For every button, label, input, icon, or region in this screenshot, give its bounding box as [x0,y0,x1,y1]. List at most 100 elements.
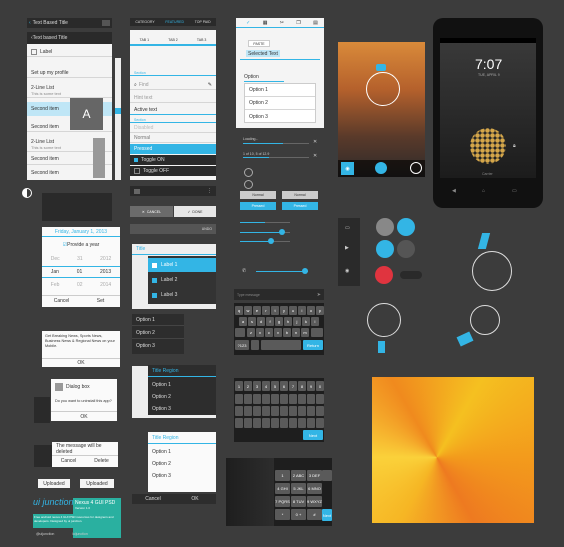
key-u[interactable]: u [289,306,297,315]
cancel-x-icon[interactable]: ✕ [313,153,317,159]
video-icon[interactable]: ▶ [345,245,349,251]
key-r[interactable]: r [262,306,270,315]
next-key[interactable]: Next [322,509,332,521]
key-5[interactable]: 5 [271,381,279,391]
done-button[interactable]: ✓ DONE [174,206,216,217]
year-checkbox-row[interactable]: ☑ Provide a year [42,241,120,249]
news-ok-button[interactable]: OK [42,358,120,367]
symbol-key[interactable] [235,406,243,416]
cut-icon[interactable]: ✂ [280,20,284,26]
region-option[interactable]: Option 3 [148,470,216,481]
key-y[interactable]: y [280,306,288,315]
slider-track[interactable] [240,241,290,242]
key-e[interactable]: e [253,306,261,315]
key-l[interactable]: l [311,317,319,326]
key-j[interactable]: j [293,317,301,326]
dial-circle-blue[interactable] [397,218,415,236]
symbol-key[interactable] [289,418,297,428]
key-1[interactable]: 1 [235,381,243,391]
key-t[interactable]: t [271,306,279,315]
next-key[interactable]: Next [303,430,323,440]
region-option[interactable]: Option 3 [148,403,216,414]
symbol-key[interactable] [307,418,315,428]
dialog-ok-button[interactable]: OK [51,414,117,420]
month-cell[interactable]: Feb [51,282,60,288]
delete-cancel-button[interactable]: Cancel [52,458,85,464]
key-c[interactable]: c [265,328,273,337]
slider-thumb[interactable] [302,268,308,274]
scroll-thumb[interactable] [115,108,121,114]
symbol-key[interactable] [271,418,279,428]
hint-input[interactable]: Hint text [130,93,216,103]
tab-2[interactable]: TAB 2 [168,38,177,42]
symbol-key[interactable] [271,406,279,416]
lock-icon[interactable]: 🔒︎ [513,143,516,149]
symbol-key[interactable] [289,406,297,416]
key-s[interactable]: s [248,317,256,326]
focus-dial[interactable] [367,303,401,337]
option-item[interactable]: Option 2 [132,327,184,339]
profile-row[interactable]: Set up my profile [27,68,112,78]
overflow-icon[interactable]: ⋮ [207,188,212,194]
dial-key[interactable]: 1 [275,470,290,481]
region-cancel-button[interactable]: Cancel [132,494,174,504]
key-g[interactable]: g [275,317,283,326]
day-cell[interactable]: 31 [77,256,83,262]
symbol-key[interactable] [253,418,261,428]
dial-key[interactable]: 7 PQRS [275,496,290,507]
undo-label[interactable]: UNDO [202,227,212,231]
day-cell[interactable]: 02 [77,282,83,288]
find-input[interactable]: ⌕ Find ✎ [130,80,216,90]
label-item[interactable]: Label 3 [148,288,216,302]
key-o[interactable]: o [307,306,315,315]
nav-recent-icon[interactable]: ▭ [512,188,517,194]
key-z[interactable]: z [247,328,255,337]
paste-popup[interactable]: PASTE [248,40,270,47]
symbol-key[interactable] [298,418,306,428]
label-row[interactable]: Label [27,47,112,57]
gallery-thumb[interactable] [410,162,422,174]
volume-slider[interactable] [256,271,308,272]
toggle-checkbox-icon[interactable] [134,158,138,162]
year-cell[interactable]: 2013 [100,269,111,275]
dial-circle-blue[interactable] [376,240,394,258]
paste-icon[interactable]: ▤ [313,20,318,26]
label-item-selected[interactable]: Label 1 [148,258,216,272]
key-d[interactable]: d [257,317,265,326]
dribbble-link[interactable]: /uijunction [72,532,88,536]
month-cell[interactable]: Jan [51,269,59,275]
camera-mode-icon[interactable] [376,64,386,71]
backspace-key[interactable] [322,470,332,481]
slider-track[interactable] [240,222,290,223]
mic-key[interactable] [251,340,259,350]
key-k[interactable]: k [302,317,310,326]
camera-icon[interactable]: ◉ [345,268,349,274]
unlock-dots[interactable] [470,128,506,164]
radio-button[interactable] [244,180,253,189]
tab-1[interactable]: TAB 1 [140,38,149,42]
key-q[interactable]: q [235,306,243,315]
label-checkbox-icon[interactable] [152,277,157,283]
dial-key[interactable]: 3 DEF [307,470,322,481]
dial-key[interactable]: # [307,509,322,520]
symbols-key[interactable]: ?123 [235,340,249,350]
home-icon[interactable] [134,188,140,194]
key-f[interactable]: f [266,317,274,326]
normal-button[interactable]: Normal [130,134,216,143]
date-row[interactable]: Feb 02 2014 [42,279,120,291]
key-4[interactable]: 4 [262,381,270,391]
symbol-key[interactable] [262,418,270,428]
symbol-key[interactable] [235,418,243,428]
menu-icon[interactable] [102,20,110,26]
shutter-button[interactable] [375,162,387,174]
year-cell[interactable]: 2014 [100,282,111,288]
symbol-key[interactable] [253,406,261,416]
dial-circle[interactable] [397,240,415,258]
label-checkbox-icon[interactable] [152,292,157,298]
send-icon[interactable]: ➤ [317,292,321,298]
key-3[interactable]: 3 [253,381,261,391]
key-w[interactable]: w [244,306,252,315]
scroll-strip[interactable] [115,58,121,180]
key-h[interactable]: h [284,317,292,326]
symbol-key[interactable] [316,406,324,416]
